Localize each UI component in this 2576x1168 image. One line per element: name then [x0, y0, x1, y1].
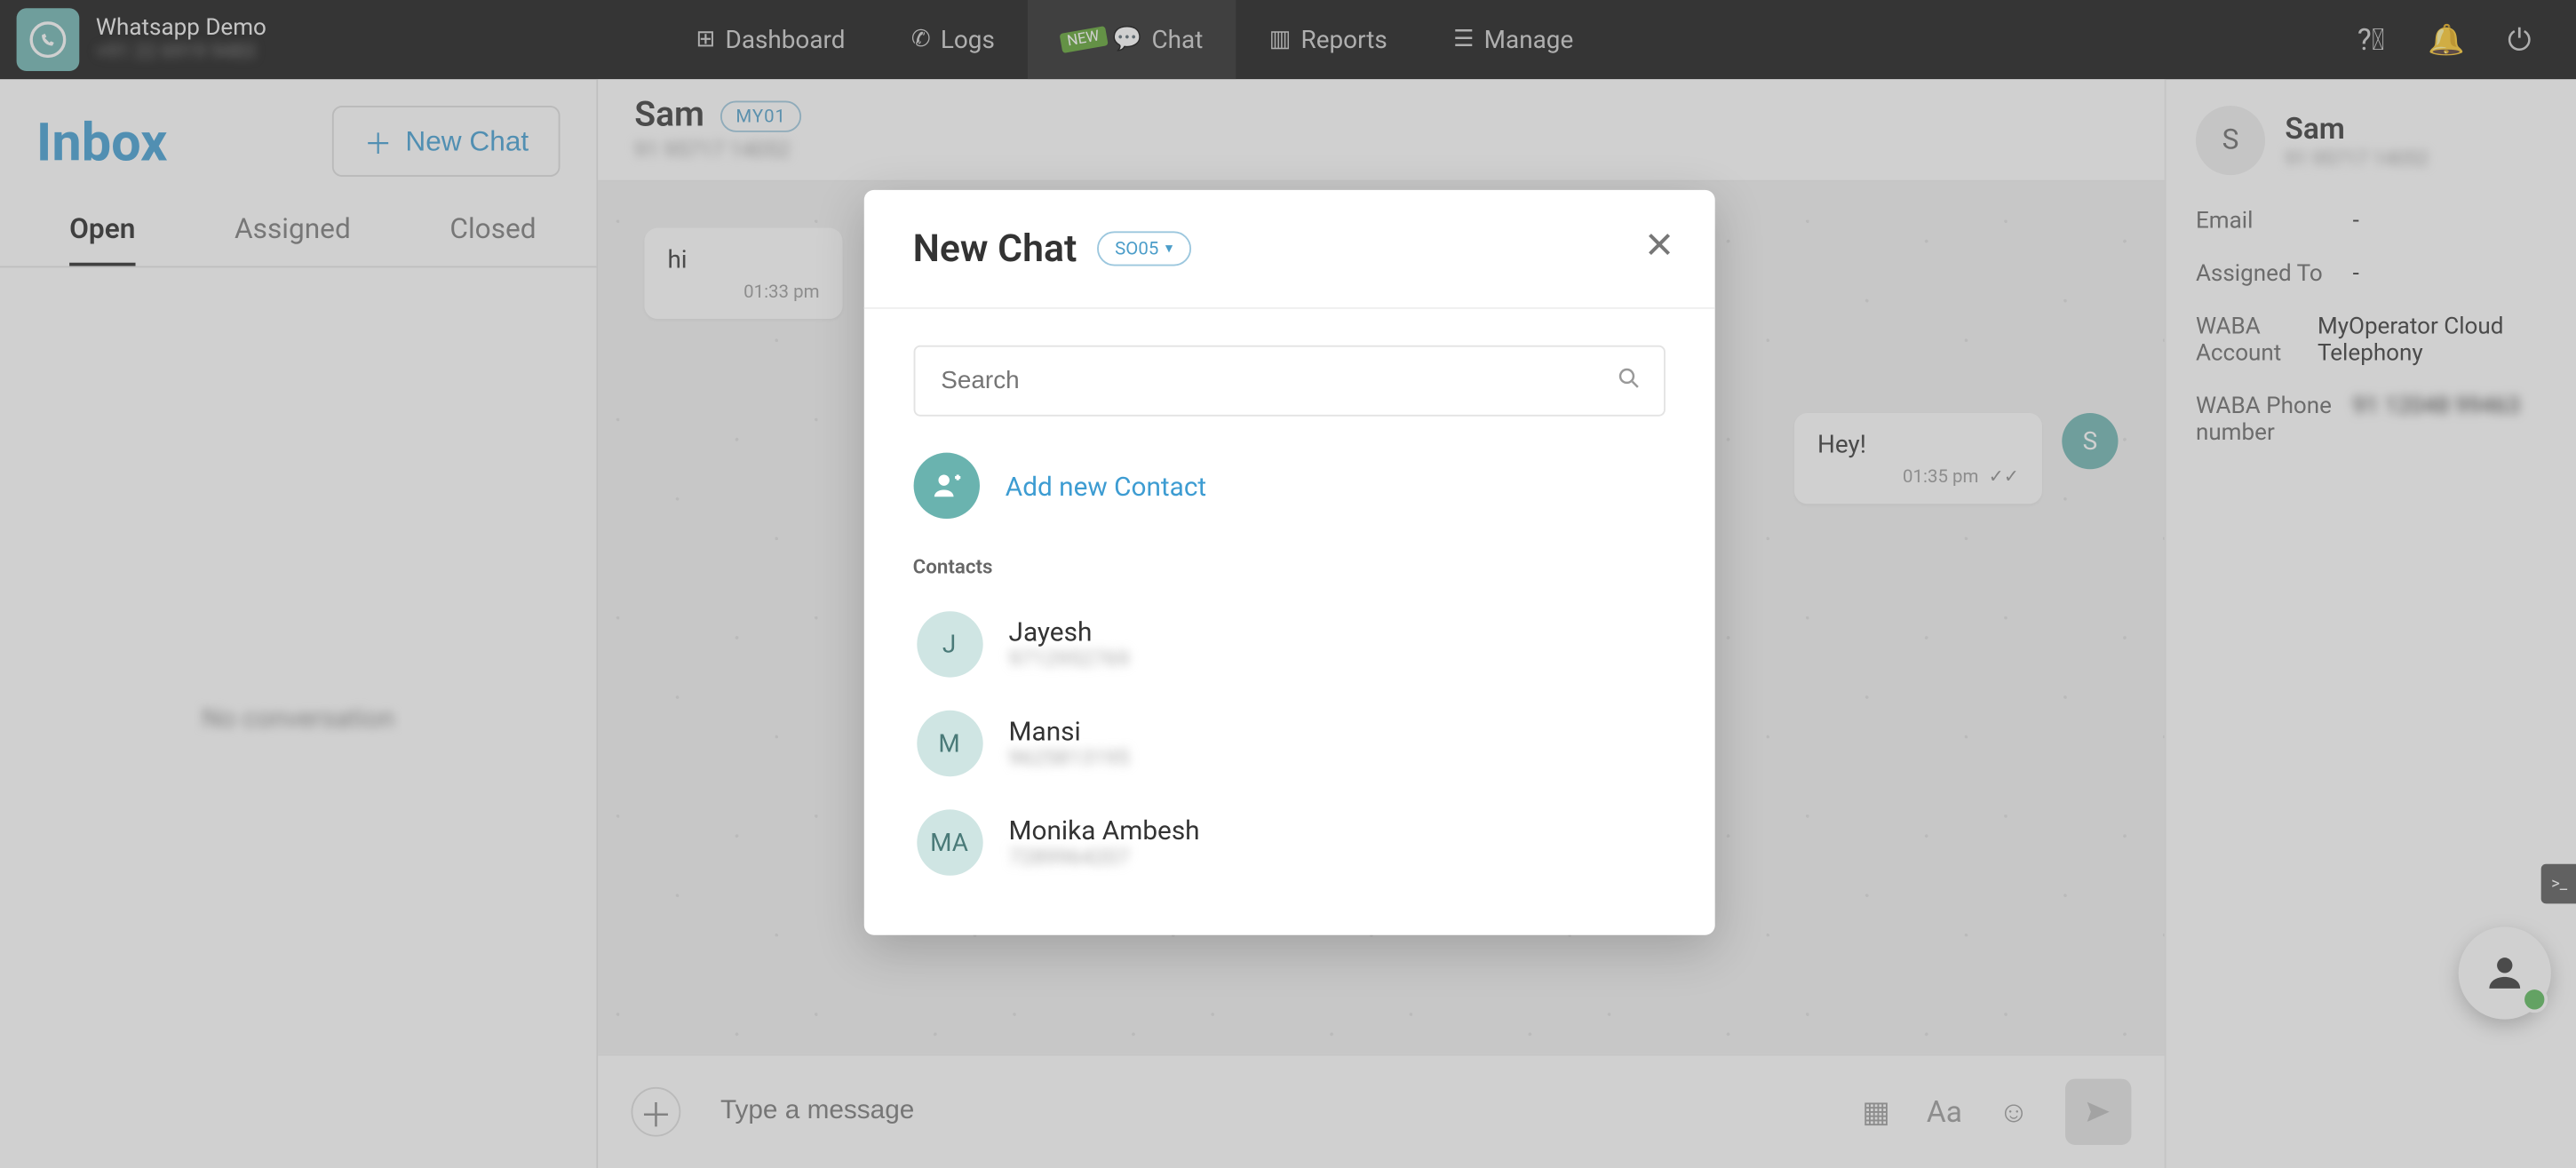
contact-name: Mansi [1009, 715, 1130, 746]
modal-source-pill[interactable]: SO05 ▾ [1097, 231, 1191, 266]
contact-name: Jayesh [1009, 616, 1130, 648]
search-input[interactable] [913, 346, 1665, 417]
add-new-contact[interactable]: Add new Contact [913, 453, 1665, 519]
chevron-down-icon: ▾ [1165, 241, 1173, 258]
close-icon[interactable]: ✕ [1644, 226, 1674, 268]
contact-phone: 9625813195 [1009, 747, 1130, 772]
contact-phone: 7289964207 [1009, 846, 1200, 870]
contact-row[interactable]: J Jayesh 9712952769 [913, 595, 1655, 695]
contact-avatar: J [916, 611, 982, 677]
contact-avatar: M [916, 711, 982, 776]
modal-title: New Chat [913, 226, 1077, 271]
contacts-heading: Contacts [913, 555, 1665, 578]
new-chat-modal: New Chat SO05 ▾ ✕ Add [863, 190, 1714, 935]
contact-avatar: MA [916, 809, 982, 875]
contact-phone: 9712952769 [1009, 648, 1130, 672]
contact-row[interactable]: M Mansi 9625813195 [913, 694, 1655, 793]
modal-overlay: New Chat SO05 ▾ ✕ Add [0, 0, 2576, 1168]
search-icon [1615, 365, 1642, 398]
contacts-list[interactable]: J Jayesh 9712952769 M Mansi 9625813195 [913, 595, 1665, 893]
contact-name: Monika Ambesh [1009, 814, 1200, 846]
add-contact-icon [913, 453, 979, 519]
contact-row[interactable]: MA Monika Ambesh 7289964207 [913, 793, 1655, 893]
